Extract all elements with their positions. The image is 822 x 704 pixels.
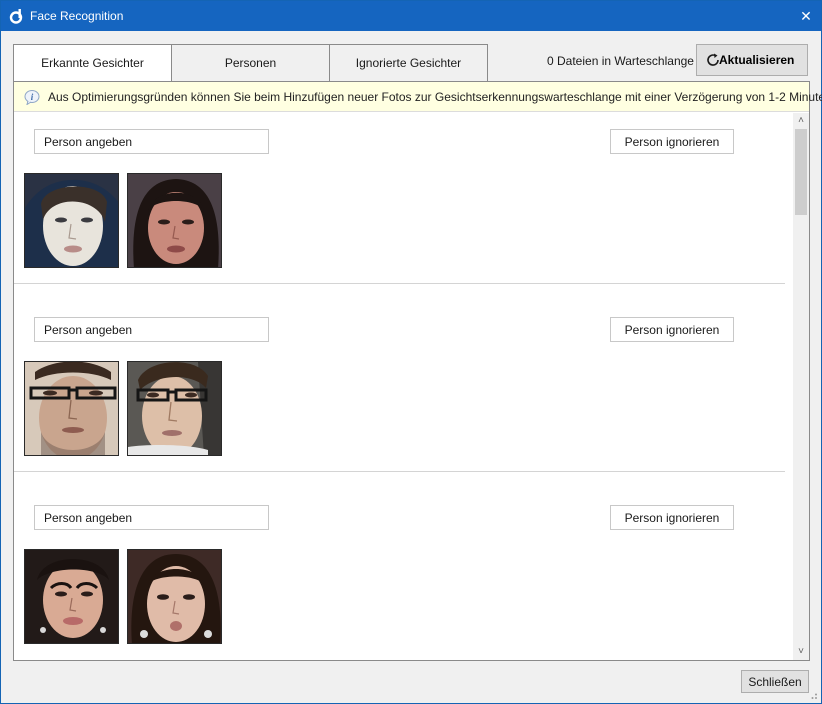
app-logo-icon	[9, 9, 23, 24]
face-thumbnail[interactable]	[127, 549, 222, 644]
ignore-person-button[interactable]: Person ignorieren	[610, 317, 734, 342]
tab-erkannte-gesichter[interactable]: Erkannte Gesichter	[13, 44, 172, 82]
face-thumbnail[interactable]	[24, 173, 119, 268]
recognized-faces-panel: i Aus Optimierungsgründen können Sie bei…	[13, 81, 822, 661]
group-divider	[14, 283, 785, 284]
scrollbar-thumb[interactable]	[795, 129, 807, 215]
group-divider	[14, 471, 785, 472]
resize-grip-icon[interactable]	[808, 690, 818, 700]
window-title: Face Recognition	[30, 9, 124, 23]
tab-ignorierte-gesichter[interactable]: Ignorierte Gesichter	[329, 44, 488, 82]
window-close-button[interactable]: ✕	[791, 1, 821, 31]
info-message: Aus Optimierungsgründen können Sie beim …	[48, 90, 822, 104]
person-name-input[interactable]	[34, 129, 269, 154]
refresh-button-label: Aktualisieren	[719, 53, 795, 67]
person-name-input[interactable]	[34, 505, 269, 530]
info-bar: i Aus Optimierungsgründen können Sie bei…	[14, 82, 822, 112]
tab-personen[interactable]: Personen	[171, 44, 330, 82]
ignore-person-button[interactable]: Person ignorieren	[610, 129, 734, 154]
scroll-up-arrow-icon[interactable]: ˄	[793, 113, 809, 129]
refresh-button[interactable]: Aktualisieren	[696, 44, 808, 76]
scroll-down-arrow-icon[interactable]: ˅	[793, 644, 809, 660]
face-group: Person ignorieren	[14, 113, 785, 301]
face-thumbnail[interactable]	[127, 173, 222, 268]
title-bar: Face Recognition ✕	[1, 1, 821, 31]
face-thumbnail[interactable]	[127, 361, 222, 456]
face-recognition-window: Face Recognition ✕ Erkannte Gesichter Pe…	[0, 0, 822, 704]
face-group: Person ignorieren	[14, 301, 785, 489]
close-dialog-button[interactable]: Schließen	[741, 670, 809, 693]
face-thumbnail[interactable]	[24, 361, 119, 456]
face-groups-list: Person ignorieren	[14, 113, 793, 660]
ignore-person-button[interactable]: Person ignorieren	[610, 505, 734, 530]
vertical-scrollbar[interactable]: ˄ ˅	[793, 113, 809, 660]
face-thumbnail[interactable]	[24, 549, 119, 644]
info-icon: i	[24, 90, 40, 105]
face-group: Person ignorieren	[14, 489, 785, 660]
queue-status: 0 Dateien in Warteschlange	[547, 54, 694, 68]
person-name-input[interactable]	[34, 317, 269, 342]
